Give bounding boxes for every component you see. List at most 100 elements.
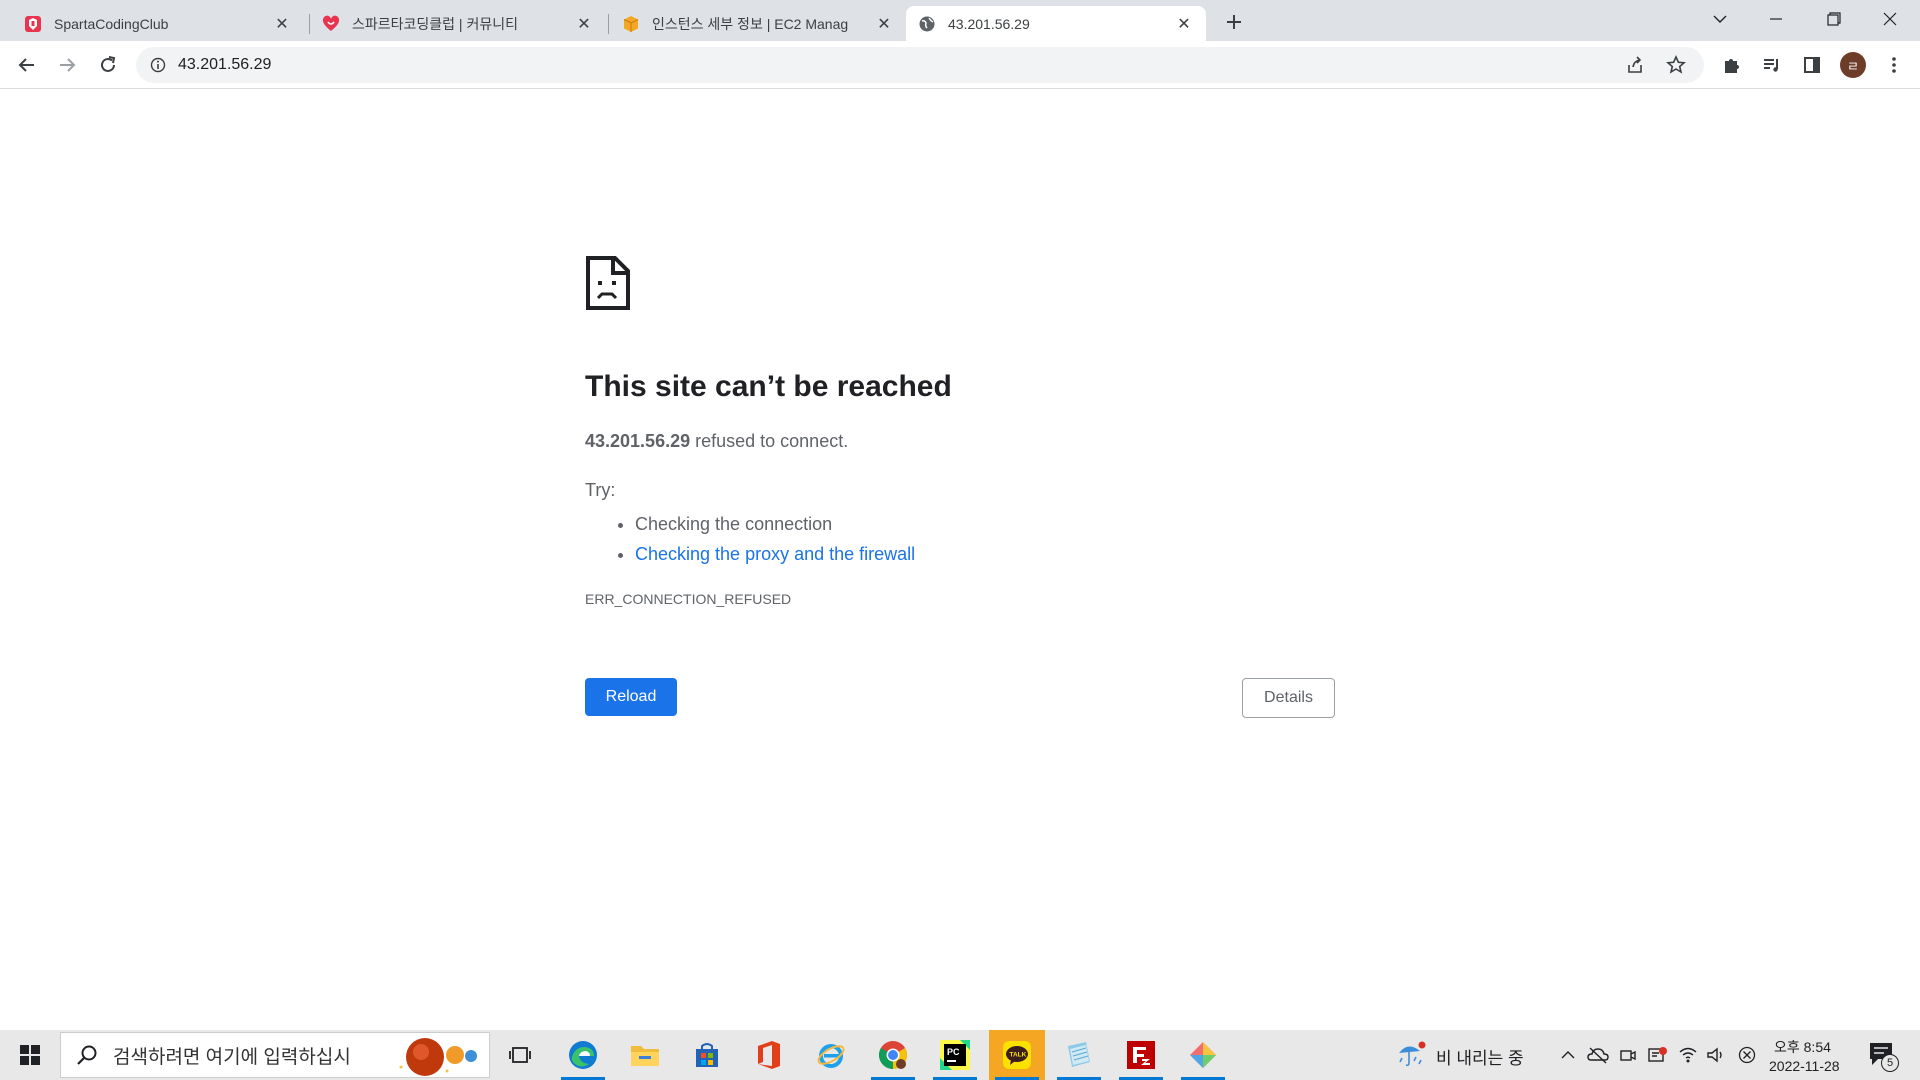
- close-icon: [1883, 12, 1897, 26]
- chevron-up-icon[interactable]: [1556, 1043, 1580, 1067]
- error-host: 43.201.56.29: [585, 431, 691, 451]
- onedrive-offline-icon[interactable]: [1586, 1043, 1610, 1067]
- svg-text:TALK: TALK: [1010, 1052, 1027, 1059]
- store-icon: [696, 1043, 718, 1067]
- notepad-icon: [1068, 1042, 1090, 1067]
- sparta-logo-icon: [25, 15, 41, 32]
- error-summary: 43.201.56.29 refused to connect.: [585, 431, 848, 452]
- tab-title: 인스턴스 세부 정보 | EC2 Manag: [652, 15, 849, 32]
- restore-button[interactable]: [1806, 0, 1862, 38]
- close-window-button[interactable]: [1862, 0, 1918, 38]
- site-info-icon[interactable]: [148, 55, 168, 75]
- tab-spartacodingclub[interactable]: SpartaCodingClub ✕: [12, 6, 304, 41]
- taskbar-search-box[interactable]: 검색하려면 여기에 입력하십시: [60, 1032, 490, 1078]
- side-panel-button[interactable]: [1796, 49, 1828, 81]
- tab-title: SpartaCodingClub: [54, 15, 169, 32]
- tab-active-ip[interactable]: 43.201.56.29 ✕: [906, 6, 1206, 41]
- volume-icon[interactable]: [1704, 1043, 1728, 1067]
- clock-date[interactable]: 2022-11-28: [1769, 1058, 1840, 1074]
- suggestion-check-connection: Checking the connection: [635, 509, 915, 539]
- plus-icon: [1227, 15, 1241, 29]
- tab-title: 스파르타코딩클럽 | 커뮤니티: [352, 15, 518, 32]
- folder-icon: [631, 1046, 659, 1066]
- close-icon[interactable]: ✕: [574, 14, 594, 34]
- extensions-button[interactable]: [1716, 49, 1748, 81]
- security-shield-icon[interactable]: [1646, 1043, 1670, 1067]
- taskbar-kakaotalk[interactable]: TALK: [989, 1030, 1045, 1080]
- browser-toolbar: 43.201.56.29: [0, 41, 1920, 89]
- windows-taskbar: 검색하려면 여기에 입력하십시 PC TALK 비 내리는 중 오후 8:54 …: [0, 1030, 1920, 1080]
- input-method-icon[interactable]: [1735, 1043, 1759, 1067]
- search-icon: [77, 1045, 97, 1065]
- suggestions-list: Checking the connection Checking the pro…: [635, 509, 915, 569]
- minimize-button[interactable]: [1748, 0, 1804, 38]
- task-view-button[interactable]: [492, 1030, 548, 1080]
- address-bar[interactable]: 43.201.56.29: [136, 47, 1704, 83]
- details-button[interactable]: Details: [1242, 678, 1335, 718]
- taskbar-office[interactable]: [741, 1030, 797, 1080]
- reload-button[interactable]: Reload: [585, 678, 677, 716]
- meet-camera-icon[interactable]: [1616, 1043, 1640, 1067]
- tab-title: 43.201.56.29: [948, 15, 1030, 32]
- filezilla-icon: [1127, 1041, 1155, 1069]
- taskbar-edge[interactable]: [555, 1030, 611, 1080]
- task-view-icon: [509, 1047, 531, 1063]
- taskbar-file-explorer[interactable]: [617, 1030, 673, 1080]
- puzzle-icon: [1725, 59, 1739, 73]
- weather-rain-icon[interactable]: [1396, 1041, 1426, 1074]
- kakaotalk-icon: TALK: [1003, 1041, 1031, 1069]
- tab-community[interactable]: 스파르타코딩클럽 | 커뮤니티 ✕: [310, 6, 606, 41]
- clock-time[interactable]: 오후 8:54: [1774, 1037, 1831, 1057]
- new-tab-button[interactable]: [1220, 8, 1248, 36]
- share-icon[interactable]: [1626, 56, 1644, 79]
- svg-text:PC: PC: [947, 1047, 960, 1057]
- arrow-left-icon: [18, 58, 34, 72]
- search-highlight-planets-icon: [399, 1038, 477, 1076]
- windows-logo-icon: [20, 1045, 40, 1065]
- taskbar-pycharm[interactable]: PC: [927, 1030, 983, 1080]
- forward-button[interactable]: [51, 49, 83, 81]
- tab-separator: [608, 14, 609, 34]
- wifi-icon[interactable]: [1676, 1043, 1700, 1067]
- tab-ec2-instance[interactable]: 인스턴스 세부 정보 | EC2 Manag ✕: [610, 6, 906, 41]
- close-icon[interactable]: ✕: [1174, 14, 1194, 34]
- taskbar-internet-explorer[interactable]: [803, 1030, 859, 1080]
- reload-toolbar-button[interactable]: [92, 49, 124, 81]
- heart-logo-icon: [322, 15, 340, 31]
- chevron-down-icon: [1713, 15, 1727, 23]
- taskbar-notepad[interactable]: [1051, 1030, 1107, 1080]
- office-icon: [758, 1041, 780, 1069]
- error-title: This site can’t be reached: [585, 370, 952, 403]
- diamond-app-icon: [1190, 1042, 1216, 1068]
- pycharm-icon: PC: [940, 1040, 970, 1070]
- tab-strip: SpartaCodingClub ✕ 스파르타코딩클럽 | 커뮤니티 ✕ 인스턴…: [0, 0, 1920, 41]
- suggestion-check-proxy: Checking the proxy and the firewall: [635, 539, 915, 569]
- close-icon[interactable]: ✕: [272, 14, 292, 34]
- media-control-button[interactable]: [1756, 49, 1788, 81]
- taskbar-store[interactable]: [679, 1030, 735, 1080]
- taskbar-filezilla[interactable]: [1113, 1030, 1169, 1080]
- start-button[interactable]: [0, 1030, 60, 1080]
- error-summary-text: refused to connect.: [690, 431, 849, 451]
- search-placeholder: 검색하려면 여기에 입력하십시: [113, 1046, 351, 1068]
- arrow-right-icon: [60, 58, 76, 72]
- taskbar-git-app[interactable]: [1175, 1030, 1231, 1080]
- restore-icon: [1827, 12, 1841, 26]
- back-button[interactable]: [11, 49, 43, 81]
- check-proxy-firewall-link[interactable]: Checking the proxy and the firewall: [635, 544, 915, 564]
- side-panel-icon: [1804, 57, 1820, 73]
- try-label: Try:: [585, 480, 616, 500]
- sad-page-icon: [586, 256, 630, 310]
- close-icon[interactable]: ✕: [874, 14, 894, 34]
- bookmark-star-icon[interactable]: [1666, 55, 1686, 80]
- minimize-icon: [1770, 18, 1782, 20]
- globe-icon: [919, 16, 935, 31]
- url-text[interactable]: 43.201.56.29: [178, 56, 271, 74]
- chrome-menu-button[interactable]: [1878, 49, 1910, 81]
- chrome-icon: [879, 1041, 907, 1069]
- tab-search-button[interactable]: [1692, 0, 1748, 38]
- more-vertical-icon: [1892, 57, 1896, 73]
- taskbar-chrome[interactable]: [865, 1030, 921, 1080]
- weather-text[interactable]: 비 내리는 중: [1436, 1044, 1524, 1069]
- profile-avatar[interactable]: ㄹ: [1840, 52, 1866, 78]
